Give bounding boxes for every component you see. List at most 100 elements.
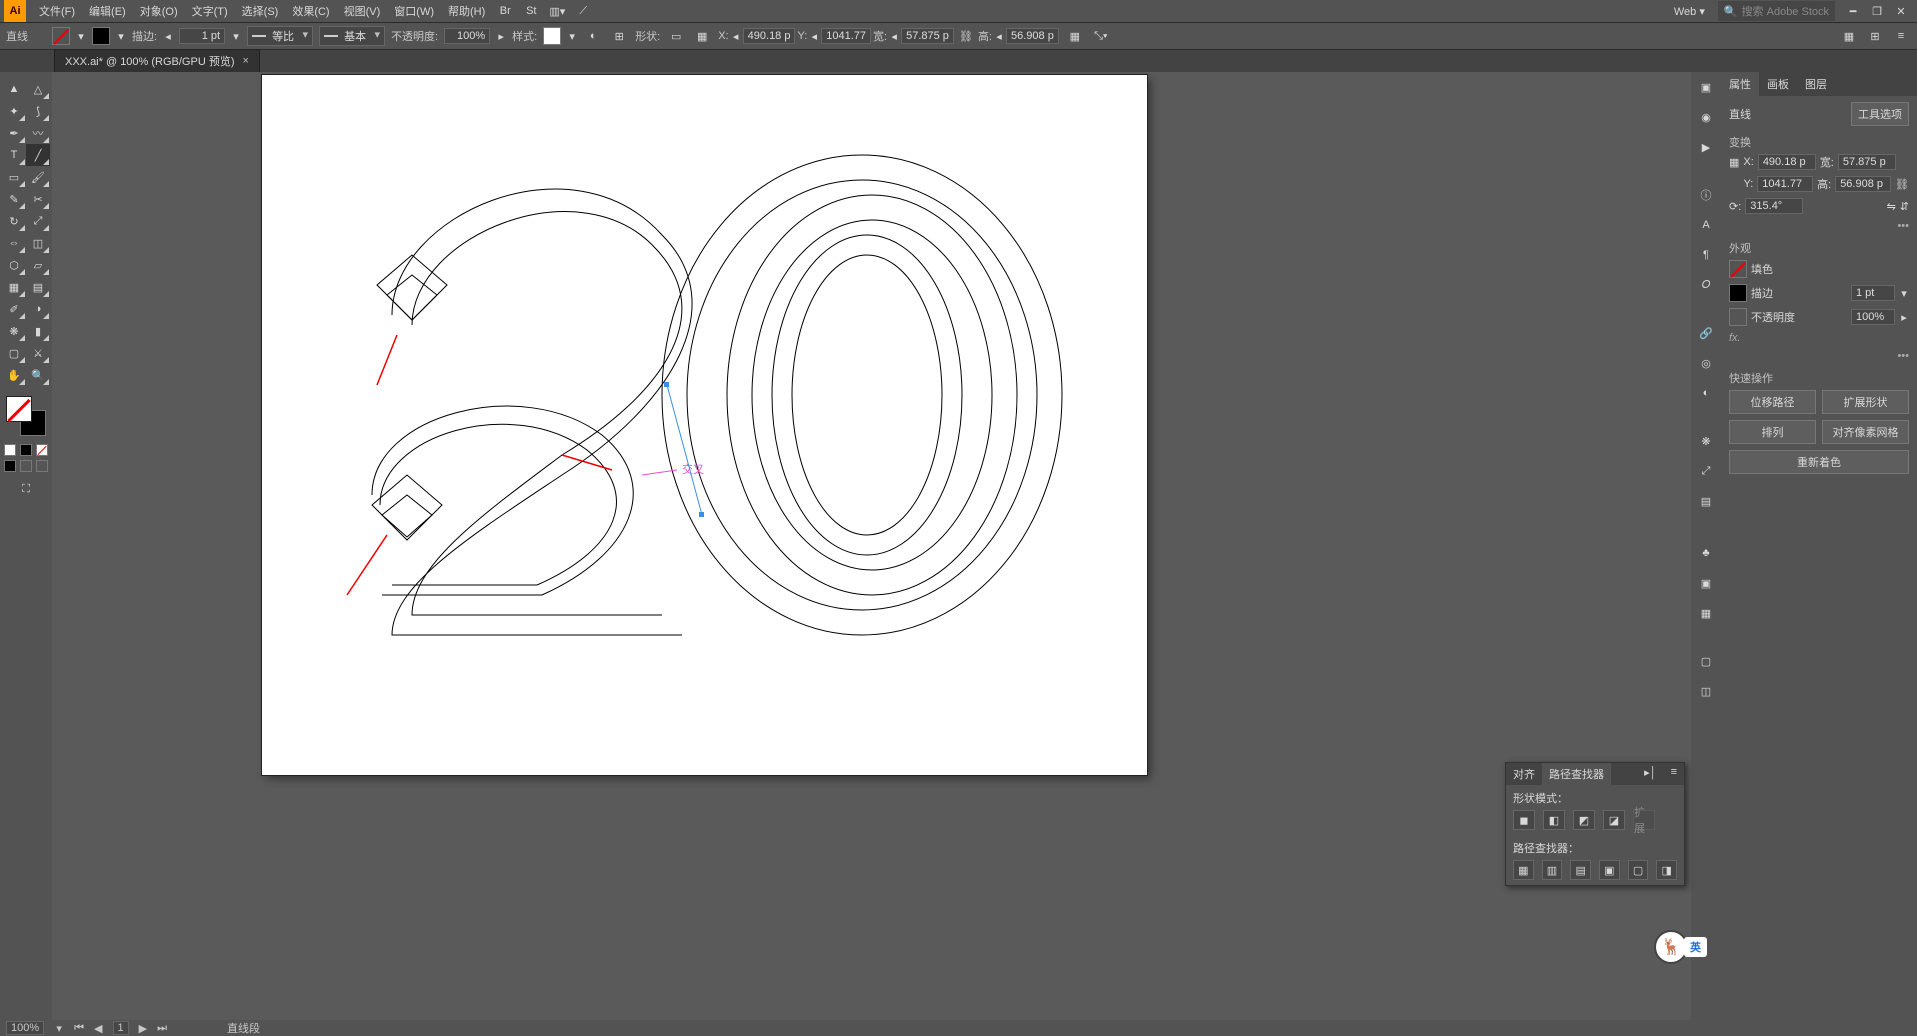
prop-opacity-swatch[interactable] — [1729, 308, 1747, 326]
workspace-switcher[interactable]: Web ▾ — [1667, 5, 1712, 18]
stroke-weight-field[interactable]: 1 pt — [179, 28, 225, 44]
zoom-field[interactable]: 100% — [6, 1021, 44, 1035]
pathfinder-collapse-icon[interactable]: ▸│ — [1637, 763, 1663, 785]
hand-tool[interactable]: ✋ — [2, 364, 26, 386]
x-field[interactable]: 490.18 p — [743, 28, 796, 44]
shape-unite[interactable]: ◼ — [1513, 810, 1535, 830]
fill-dropdown[interactable]: ▾ — [76, 30, 86, 43]
prop-opacity-dropdown[interactable]: ▸ — [1899, 311, 1909, 324]
tab-artboards[interactable]: 画板 — [1759, 72, 1797, 96]
column-graph-tool[interactable]: ▮ — [26, 320, 50, 342]
artboard-tool[interactable]: ▢ — [2, 342, 26, 364]
transform-more-icon[interactable]: ••• — [1729, 220, 1909, 232]
w-field[interactable]: 57.875 p — [901, 28, 954, 44]
align-icon[interactable]: ⊞ — [609, 26, 629, 46]
direct-selection-tool[interactable]: △ — [26, 78, 50, 100]
artboard-nav-prev[interactable]: ◀ — [94, 1022, 102, 1035]
draw-mode-inside[interactable] — [36, 460, 48, 472]
window-minimize[interactable]: ━ — [1841, 1, 1865, 21]
fill-stroke-control[interactable] — [4, 394, 48, 438]
link-dimensions-icon[interactable]: ⛓ — [1895, 178, 1909, 191]
pixel-grid-icon[interactable]: ▦ — [1065, 26, 1085, 46]
stroke-decrement[interactable]: ◂ — [163, 30, 173, 43]
search-stock[interactable]: 🔍 搜索 Adobe Stock — [1718, 1, 1835, 21]
prop-x-field[interactable]: 490.18 p — [1758, 154, 1816, 170]
quick-pixel-align[interactable]: 对齐像素网格 — [1822, 420, 1909, 444]
artboard-number-field[interactable]: 1 — [113, 1021, 129, 1035]
mesh-tool[interactable]: ▦ — [2, 276, 26, 298]
h-stepper[interactable]: ◂ — [994, 30, 1004, 43]
shape-minus-front[interactable]: ◧ — [1543, 810, 1565, 830]
shaper-tool[interactable]: ✎ — [2, 188, 26, 210]
zoom-tool[interactable]: 🔍 — [26, 364, 50, 386]
selection-tool[interactable]: ▲ — [2, 78, 26, 100]
y-field[interactable]: 1041.77 — [821, 28, 871, 44]
quick-expand-shape[interactable]: 扩展形状 — [1822, 390, 1909, 414]
lasso-tool[interactable]: ⟆ — [26, 100, 50, 122]
panel-btn-libraries-2[interactable]: ▣ — [1695, 572, 1717, 594]
menu-view[interactable]: 视图(V) — [337, 3, 388, 19]
eyedropper-tool[interactable]: ✐ — [2, 298, 26, 320]
panel-btn-appearance[interactable]: ◎ — [1695, 352, 1717, 374]
gpu-icon[interactable]: ⟋ — [572, 1, 594, 21]
free-transform-tool[interactable]: ◫ — [26, 232, 50, 254]
shape-icon-2[interactable]: ▦ — [692, 26, 712, 46]
pathfinder-panel[interactable]: 对齐 路径查找器 ▸│ ≡ 形状模式： ◼ ◧ ◩ ◪ 扩展 路径查找器： ▦ … — [1505, 762, 1685, 886]
pf-minus-back[interactable]: ◨ — [1656, 860, 1677, 880]
panel-btn-styles[interactable]: ◐ — [1695, 382, 1717, 404]
window-close[interactable]: ✕ — [1889, 1, 1913, 21]
panel-btn-asset-2[interactable]: ◫ — [1695, 680, 1717, 702]
pen-tool[interactable]: ✒ — [2, 122, 26, 144]
width-tool[interactable]: ⇔ — [2, 232, 26, 254]
panel-btn-actions[interactable]: ▤ — [1695, 490, 1717, 512]
scale-tool[interactable]: ⤢ — [26, 210, 50, 232]
quick-recolor[interactable]: 重新着色 — [1729, 450, 1909, 474]
line-segment-tool[interactable]: ╱ — [26, 144, 50, 166]
prop-opacity-field[interactable]: 100% — [1851, 309, 1895, 325]
rectangle-tool[interactable]: ▭ — [2, 166, 26, 188]
link-wh-icon[interactable]: ⛓ — [956, 26, 976, 46]
pf-merge[interactable]: ▤ — [1570, 860, 1591, 880]
x-stepper[interactable]: ◂ — [731, 30, 741, 43]
shape-exclude[interactable]: ◪ — [1603, 810, 1625, 830]
prop-w-field[interactable]: 57.875 p — [1838, 154, 1896, 170]
style-dropdown[interactable]: ▾ — [567, 30, 577, 43]
artboard[interactable]: 交叉 — [262, 75, 1147, 775]
panel-btn-brushes[interactable]: ▶ — [1695, 136, 1717, 158]
panel-btn-glyph[interactable]: 𝑂 — [1695, 274, 1717, 296]
opacity-dropdown[interactable]: ▸ — [496, 30, 506, 43]
recolor-icon[interactable]: ◐ — [583, 26, 603, 46]
color-mode-gradient[interactable] — [20, 444, 32, 456]
rotate-tool[interactable]: ↻ — [2, 210, 26, 232]
panel-btn-color[interactable]: ▣ — [1695, 76, 1717, 98]
artboard-nav-first[interactable]: ⏮ — [74, 1022, 84, 1035]
panel-btn-libraries-1[interactable]: ♣ — [1695, 542, 1717, 564]
slice-tool[interactable]: ⚔ — [26, 342, 50, 364]
document-tab[interactable]: XXX.ai* @ 100% (RGB/GPU 预览) × — [54, 49, 260, 72]
arrange-icon[interactable]: ▥▾ — [546, 1, 568, 21]
pathfinder-tab-pathfinder[interactable]: 路径查找器 — [1542, 763, 1611, 785]
panel-btn-links[interactable]: 🔗 — [1695, 322, 1717, 344]
tab-layers[interactable]: 图层 — [1797, 72, 1835, 96]
panel-btn-transform[interactable]: ⤢ — [1695, 460, 1717, 482]
opacity-field[interactable]: 100% — [444, 28, 490, 44]
flip-h-icon[interactable]: ⇋ — [1887, 200, 1896, 213]
pf-crop[interactable]: ▣ — [1599, 860, 1620, 880]
pf-divide[interactable]: ▦ — [1513, 860, 1534, 880]
prop-fill-swatch[interactable] — [1729, 260, 1747, 278]
canvas[interactable]: 交叉 — [52, 72, 1691, 1020]
menu-type[interactable]: 文字(T) — [185, 3, 235, 19]
color-mode-none[interactable] — [36, 444, 48, 456]
w-stepper[interactable]: ◂ — [889, 30, 899, 43]
type-tool[interactable]: T — [2, 144, 26, 166]
panel-btn-swatches[interactable]: ◉ — [1695, 106, 1717, 128]
menu-file[interactable]: 文件(F) — [32, 3, 82, 19]
menu-edit[interactable]: 编辑(E) — [82, 3, 133, 19]
prop-angle-field[interactable]: 315.4° — [1745, 198, 1803, 214]
pathfinder-tab-align[interactable]: 对齐 — [1506, 763, 1542, 785]
screen-mode-toggle[interactable]: ⛶ — [14, 478, 38, 500]
draw-mode-normal[interactable] — [4, 460, 16, 472]
color-mode-solid[interactable] — [4, 444, 16, 456]
pf-trim[interactable]: ▥ — [1542, 860, 1563, 880]
ctrl-right-icon-2[interactable]: ⊞ — [1865, 26, 1885, 46]
